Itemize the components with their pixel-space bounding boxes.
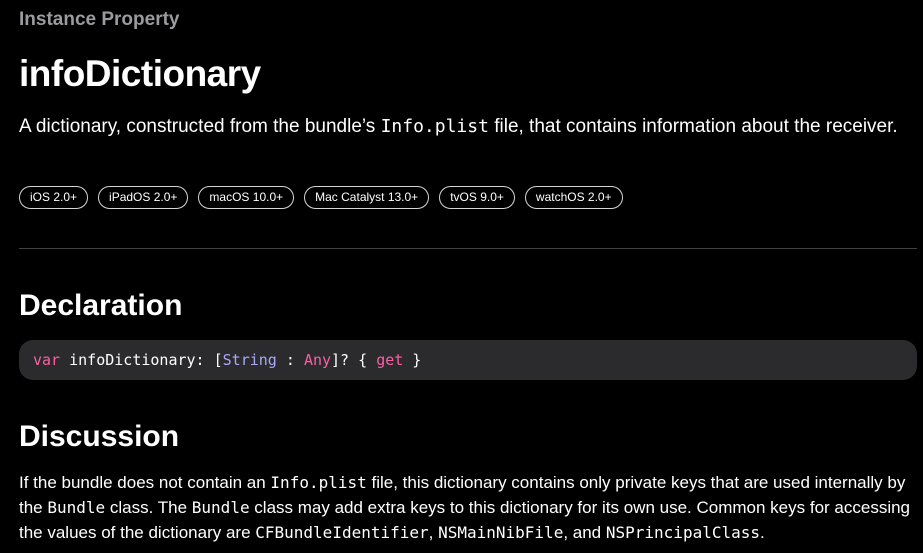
discussion-code-cfbundleidentifier: CFBundleIdentifier xyxy=(255,523,429,542)
code-type-any: Any xyxy=(303,351,332,369)
code-close-bracket: ]? { xyxy=(331,351,377,369)
page-eyebrow: Instance Property xyxy=(19,9,180,30)
availability-badge-watchos: watchOS 2.0+ xyxy=(524,186,623,209)
page-title: infoDictionary xyxy=(19,53,261,94)
discussion-text: If the bundle does not contain an xyxy=(19,473,271,492)
code-end-brace: } xyxy=(403,351,422,369)
availability-badge-tvos: tvOS 9.0+ xyxy=(439,186,515,209)
declaration-heading: Declaration xyxy=(19,289,183,322)
discussion-code-info-plist: Info.plist xyxy=(270,473,367,492)
abstract-text-1: A dictionary, constructed from the bundl… xyxy=(19,116,381,137)
availability-badge-ipados: iPadOS 2.0+ xyxy=(98,186,189,209)
availability-badge-macos: macOS 10.0+ xyxy=(198,186,295,209)
discussion-paragraph: If the bundle does not contain an Info.p… xyxy=(19,470,914,545)
discussion-code-nsprincipalclass: NSPrincipalClass xyxy=(605,523,760,542)
discussion-text: class. The xyxy=(105,498,192,517)
discussion-code-nsmainnibfile: NSMainNibFile xyxy=(438,523,564,542)
section-divider xyxy=(19,248,917,249)
availability-badge-ios: iOS 2.0+ xyxy=(19,186,89,209)
abstract: A dictionary, constructed from the bundl… xyxy=(19,112,909,141)
code-keyword-var: var xyxy=(33,351,61,369)
declaration-code-block[interactable]: var infoDictionary: [String : Any]? { ge… xyxy=(19,340,917,380)
discussion-heading: Discussion xyxy=(19,420,180,453)
discussion-text: , and xyxy=(563,523,606,542)
discussion-code-bundle[interactable]: Bundle xyxy=(47,498,105,517)
availability-list: iOS 2.0+ iPadOS 2.0+ macOS 10.0+ Mac Cat… xyxy=(19,186,623,209)
abstract-text-2: file, that contains information about th… xyxy=(488,116,898,137)
code-type-string[interactable]: String xyxy=(223,351,277,369)
availability-badge-mac-catalyst: Mac Catalyst 13.0+ xyxy=(304,186,430,209)
code-keyword-get: get xyxy=(376,351,404,369)
code-separator: : xyxy=(276,351,304,369)
discussion-text: . xyxy=(760,523,765,542)
discussion-text: , xyxy=(428,523,439,542)
code-property-name: infoDictionary: [ xyxy=(60,351,223,369)
abstract-code-info-plist: Info.plist xyxy=(380,116,489,137)
discussion-code-bundle[interactable]: Bundle xyxy=(192,498,250,517)
